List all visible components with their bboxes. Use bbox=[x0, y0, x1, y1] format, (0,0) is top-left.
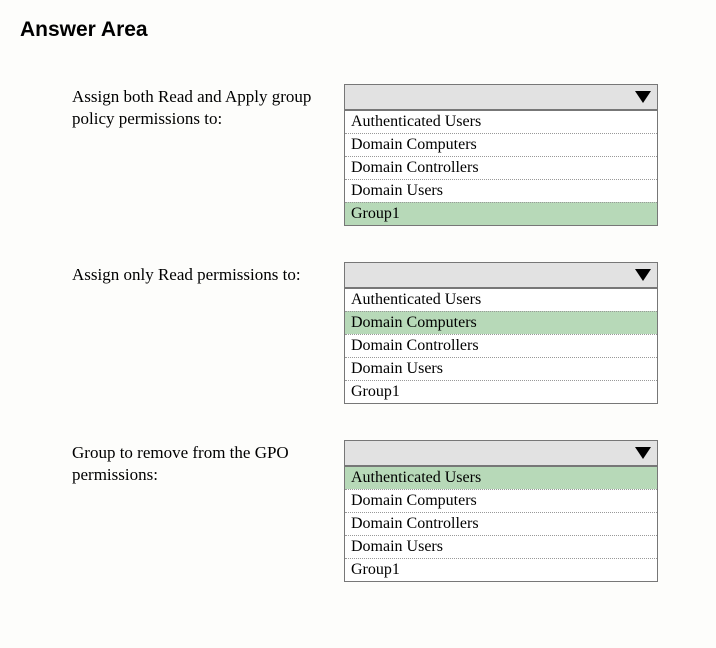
dropdown-list: Authenticated Users Domain Computers Dom… bbox=[344, 110, 658, 226]
dropdown-option[interactable]: Domain Controllers bbox=[345, 334, 657, 357]
dropdown-option[interactable]: Domain Users bbox=[345, 179, 657, 202]
page-title: Answer Area bbox=[20, 18, 696, 42]
question-label: Assign both Read and Apply group policy … bbox=[72, 84, 344, 130]
dropdown-option[interactable]: Domain Controllers bbox=[345, 512, 657, 535]
question-row: Assign only Read permissions to: Authent… bbox=[20, 262, 696, 404]
question-row: Group to remove from the GPO permissions… bbox=[20, 440, 696, 582]
dropdown-header[interactable] bbox=[344, 262, 658, 288]
dropdown-option[interactable]: Domain Computers bbox=[345, 311, 657, 334]
dropdown-option[interactable]: Authenticated Users bbox=[345, 288, 657, 311]
dropdown-option[interactable]: Domain Users bbox=[345, 357, 657, 380]
dropdown: Authenticated Users Domain Computers Dom… bbox=[344, 440, 658, 582]
question-label: Assign only Read permissions to: bbox=[72, 262, 344, 286]
question-label: Group to remove from the GPO permissions… bbox=[72, 440, 344, 486]
dropdown-option[interactable]: Group1 bbox=[345, 202, 657, 225]
dropdown: Authenticated Users Domain Computers Dom… bbox=[344, 262, 658, 404]
dropdown-list: Authenticated Users Domain Computers Dom… bbox=[344, 288, 658, 404]
dropdown-option[interactable]: Domain Users bbox=[345, 535, 657, 558]
chevron-down-icon bbox=[635, 269, 651, 281]
dropdown-option[interactable]: Group1 bbox=[345, 380, 657, 403]
dropdown-list: Authenticated Users Domain Computers Dom… bbox=[344, 466, 658, 582]
dropdown-option[interactable]: Domain Computers bbox=[345, 489, 657, 512]
chevron-down-icon bbox=[635, 91, 651, 103]
dropdown-option[interactable]: Domain Computers bbox=[345, 133, 657, 156]
dropdown-option[interactable]: Domain Controllers bbox=[345, 156, 657, 179]
chevron-down-icon bbox=[635, 447, 651, 459]
dropdown-header[interactable] bbox=[344, 440, 658, 466]
dropdown-header[interactable] bbox=[344, 84, 658, 110]
dropdown: Authenticated Users Domain Computers Dom… bbox=[344, 84, 658, 226]
dropdown-option[interactable]: Authenticated Users bbox=[345, 110, 657, 133]
dropdown-option[interactable]: Group1 bbox=[345, 558, 657, 581]
question-row: Assign both Read and Apply group policy … bbox=[20, 84, 696, 226]
dropdown-option[interactable]: Authenticated Users bbox=[345, 466, 657, 489]
